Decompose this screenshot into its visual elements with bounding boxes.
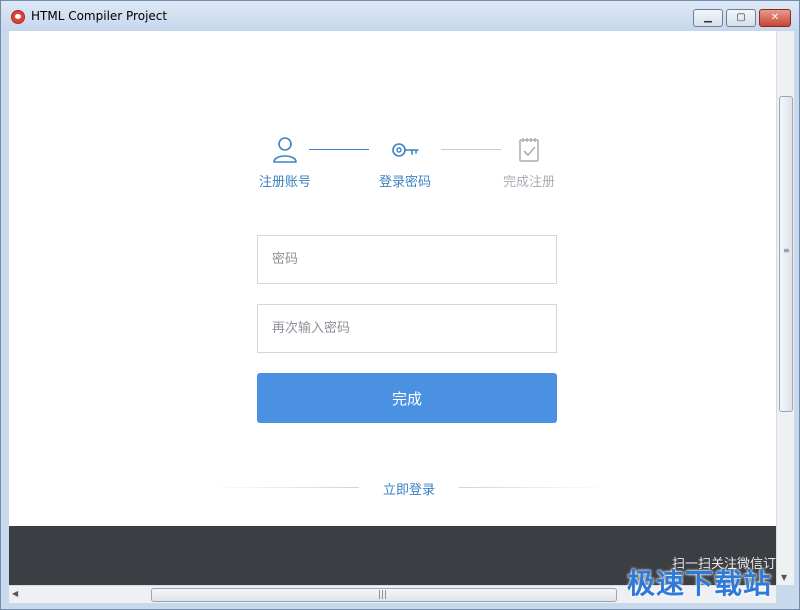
- vertical-scroll-thumb[interactable]: ≡: [779, 96, 793, 412]
- minimize-button[interactable]: ▁: [693, 9, 723, 27]
- app-window: HTML Compiler Project ▁ ▢ ✕ 注册账号 登录密码 完成…: [0, 0, 800, 610]
- step-connector: [309, 149, 369, 150]
- key-icon: [392, 143, 419, 157]
- password-input[interactable]: [258, 236, 556, 283]
- step-label: 完成注册: [502, 175, 555, 190]
- confirm-password-field[interactable]: [257, 304, 557, 353]
- maximize-button[interactable]: ▢: [726, 9, 756, 27]
- close-button[interactable]: ✕: [759, 9, 791, 27]
- complete-button[interactable]: 完成: [257, 373, 557, 423]
- step-login-password: 登录密码: [365, 135, 445, 190]
- divider: [209, 487, 359, 488]
- watermark-logo: 极速下载站: [627, 567, 773, 600]
- step-label: 登录密码: [378, 175, 431, 190]
- window-title: HTML Compiler Project: [31, 9, 168, 23]
- login-now-link[interactable]: 立即登录: [359, 479, 459, 498]
- client-area: 注册账号 登录密码 完成注册 完成 立即登录 扫一扫关注微信订: [9, 31, 776, 585]
- login-row: 立即登录: [209, 477, 609, 499]
- step-register-account: 注册账号: [245, 135, 325, 190]
- grip-icon: ≡: [783, 246, 790, 255]
- user-icon: [273, 137, 297, 163]
- app-logo-icon: [11, 10, 25, 24]
- password-field[interactable]: [257, 235, 557, 284]
- vertical-scrollbar[interactable]: ≡ ▼: [776, 31, 794, 585]
- divider: [459, 487, 609, 488]
- horizontal-scroll-thumb[interactable]: |||: [151, 588, 617, 602]
- checklist-icon: [519, 138, 539, 162]
- step-label: 注册账号: [258, 175, 311, 190]
- step-complete-registration: 完成注册: [489, 135, 569, 190]
- grip-icon: |||: [378, 590, 388, 600]
- scroll-left-arrow-icon[interactable]: ◀: [12, 589, 18, 598]
- scroll-down-arrow-icon[interactable]: ▼: [781, 573, 787, 582]
- confirm-password-input[interactable]: [258, 305, 556, 352]
- title-bar[interactable]: HTML Compiler Project ▁ ▢ ✕: [1, 1, 799, 31]
